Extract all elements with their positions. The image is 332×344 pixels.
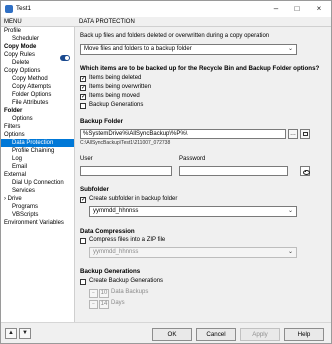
tree-item[interactable]: › Drive: [1, 195, 74, 203]
page-title: DATA PROTECTION: [75, 17, 331, 27]
items-moved-checkbox[interactable]: [80, 93, 86, 100]
tree-item[interactable]: Log: [1, 155, 74, 163]
tree-item[interactable]: Scheduler: [1, 35, 74, 43]
tree-item[interactable]: VBScripts: [1, 211, 74, 219]
backup-mode-select[interactable]: Move files and folders to a backup folde…: [80, 44, 297, 55]
folder-icon: [303, 132, 308, 136]
decrease-backups-button[interactable]: −: [89, 289, 98, 298]
password-input[interactable]: [179, 166, 288, 176]
data-protection-panel: Back up files and folders deleted or ove…: [75, 27, 331, 322]
create-generations-checkbox[interactable]: [80, 279, 86, 285]
backup-generations-label: Backup Generations: [89, 102, 144, 108]
close-icon[interactable]: ×: [308, 2, 330, 16]
ok-button[interactable]: OK: [152, 328, 192, 341]
backup-folder-input[interactable]: %SystemDrive%\AllSyncBackup\%P%\: [80, 129, 286, 139]
resolved-path: C:\AllSyncBackup\Test1\211007_072738: [80, 140, 171, 146]
chevron-down-icon: ⌄: [287, 208, 293, 214]
decrease-days-button[interactable]: −: [89, 300, 98, 309]
create-subfolder-label: Create subfolder in backup folder: [89, 196, 178, 202]
data-backups-label: Data Backups: [111, 289, 149, 295]
tree-item[interactable]: Dial Up Connection: [1, 179, 74, 187]
navigation-tree: Profile Scheduler Copy Mode Copy Rules D…: [1, 27, 75, 322]
days-label: Days: [111, 300, 125, 306]
backup-generations-checkbox[interactable]: [80, 103, 86, 109]
title-bar: Test1 – □ ×: [1, 1, 331, 17]
items-overwritten-checkbox[interactable]: [80, 84, 86, 91]
eye-icon[interactable]: [300, 166, 310, 176]
open-folder-button[interactable]: [300, 129, 310, 139]
window-title: Test1: [16, 5, 32, 12]
create-generations-label: Create Backup Generations: [89, 278, 164, 284]
items-deleted-checkbox[interactable]: [80, 75, 86, 82]
tree-item[interactable]: Folder: [1, 107, 74, 115]
chevron-down-icon: ⌄: [287, 249, 293, 255]
move-down-button[interactable]: ▼: [19, 328, 31, 339]
cancel-button[interactable]: Cancel: [196, 328, 236, 341]
tree-item[interactable]: Delete: [1, 59, 74, 67]
tree-item[interactable]: Profile Chaining: [1, 147, 74, 155]
move-up-button[interactable]: ▲: [5, 328, 17, 339]
tree-item[interactable]: Copy Mode: [1, 43, 74, 51]
tree-item[interactable]: Programs: [1, 203, 74, 211]
create-subfolder-checkbox[interactable]: [80, 196, 86, 203]
backup-items-title: Which items are to be backed up for the …: [80, 65, 320, 72]
user-input[interactable]: [80, 166, 172, 176]
backup-folder-title: Backup Folder: [80, 118, 123, 125]
tree-item[interactable]: Copy Rules: [1, 51, 74, 59]
tree-item[interactable]: Options: [1, 131, 74, 139]
tree-item[interactable]: External: [1, 171, 74, 179]
tree-item[interactable]: File Attributes: [1, 99, 74, 107]
compression-format-select[interactable]: yymmdd_hhnnss ⌄: [89, 247, 297, 258]
help-button[interactable]: Help: [284, 328, 324, 341]
subfolder-title: Subfolder: [80, 186, 109, 193]
subfolder-format-select[interactable]: yymmdd_hhnnss ⌄: [89, 206, 297, 217]
compress-zip-checkbox[interactable]: [80, 238, 86, 244]
apply-button[interactable]: Apply: [240, 328, 280, 341]
data-backups-input[interactable]: 10: [99, 289, 109, 298]
button-bar: ▲ ▼ OK Cancel Apply Help: [1, 322, 331, 343]
tree-item[interactable]: Services: [1, 187, 74, 195]
days-input[interactable]: 14: [99, 300, 109, 309]
tree-item-selected[interactable]: Data Protection: [1, 139, 74, 147]
tree-item[interactable]: Copy Attempts: [1, 83, 74, 91]
tree-item[interactable]: Filters: [1, 123, 74, 131]
app-icon: [5, 5, 13, 13]
items-moved-label: Items being moved: [89, 93, 140, 99]
tree-item[interactable]: Copy Method: [1, 75, 74, 83]
tree-item[interactable]: Folder Options: [1, 91, 74, 99]
menu-header: MENU: [1, 17, 75, 27]
minimize-icon[interactable]: –: [265, 2, 287, 16]
maximize-icon[interactable]: □: [286, 2, 308, 16]
items-deleted-label: Items being deleted: [89, 75, 142, 81]
user-label: User: [80, 156, 93, 162]
intro-text: Back up files and folders deleted or ove…: [80, 33, 270, 39]
items-overwritten-label: Items being overwritten: [89, 84, 152, 90]
password-label: Password: [179, 156, 206, 162]
tree-item[interactable]: Profile: [1, 27, 74, 35]
tree-item[interactable]: Environment Variables: [1, 219, 74, 227]
generations-title: Backup Generations: [80, 268, 141, 275]
tree-item[interactable]: Copy Options: [1, 67, 74, 75]
tree-item[interactable]: Email: [1, 163, 74, 171]
tree-item[interactable]: Options: [1, 115, 74, 123]
compress-zip-label: Compress files into a ZIP file: [89, 237, 166, 243]
browse-button[interactable]: …: [288, 129, 298, 139]
compression-title: Data Compression: [80, 228, 135, 235]
chevron-down-icon: ⌄: [287, 46, 293, 52]
app-window: Test1 – □ × MENU DATA PROTECTION Profile…: [0, 0, 332, 344]
